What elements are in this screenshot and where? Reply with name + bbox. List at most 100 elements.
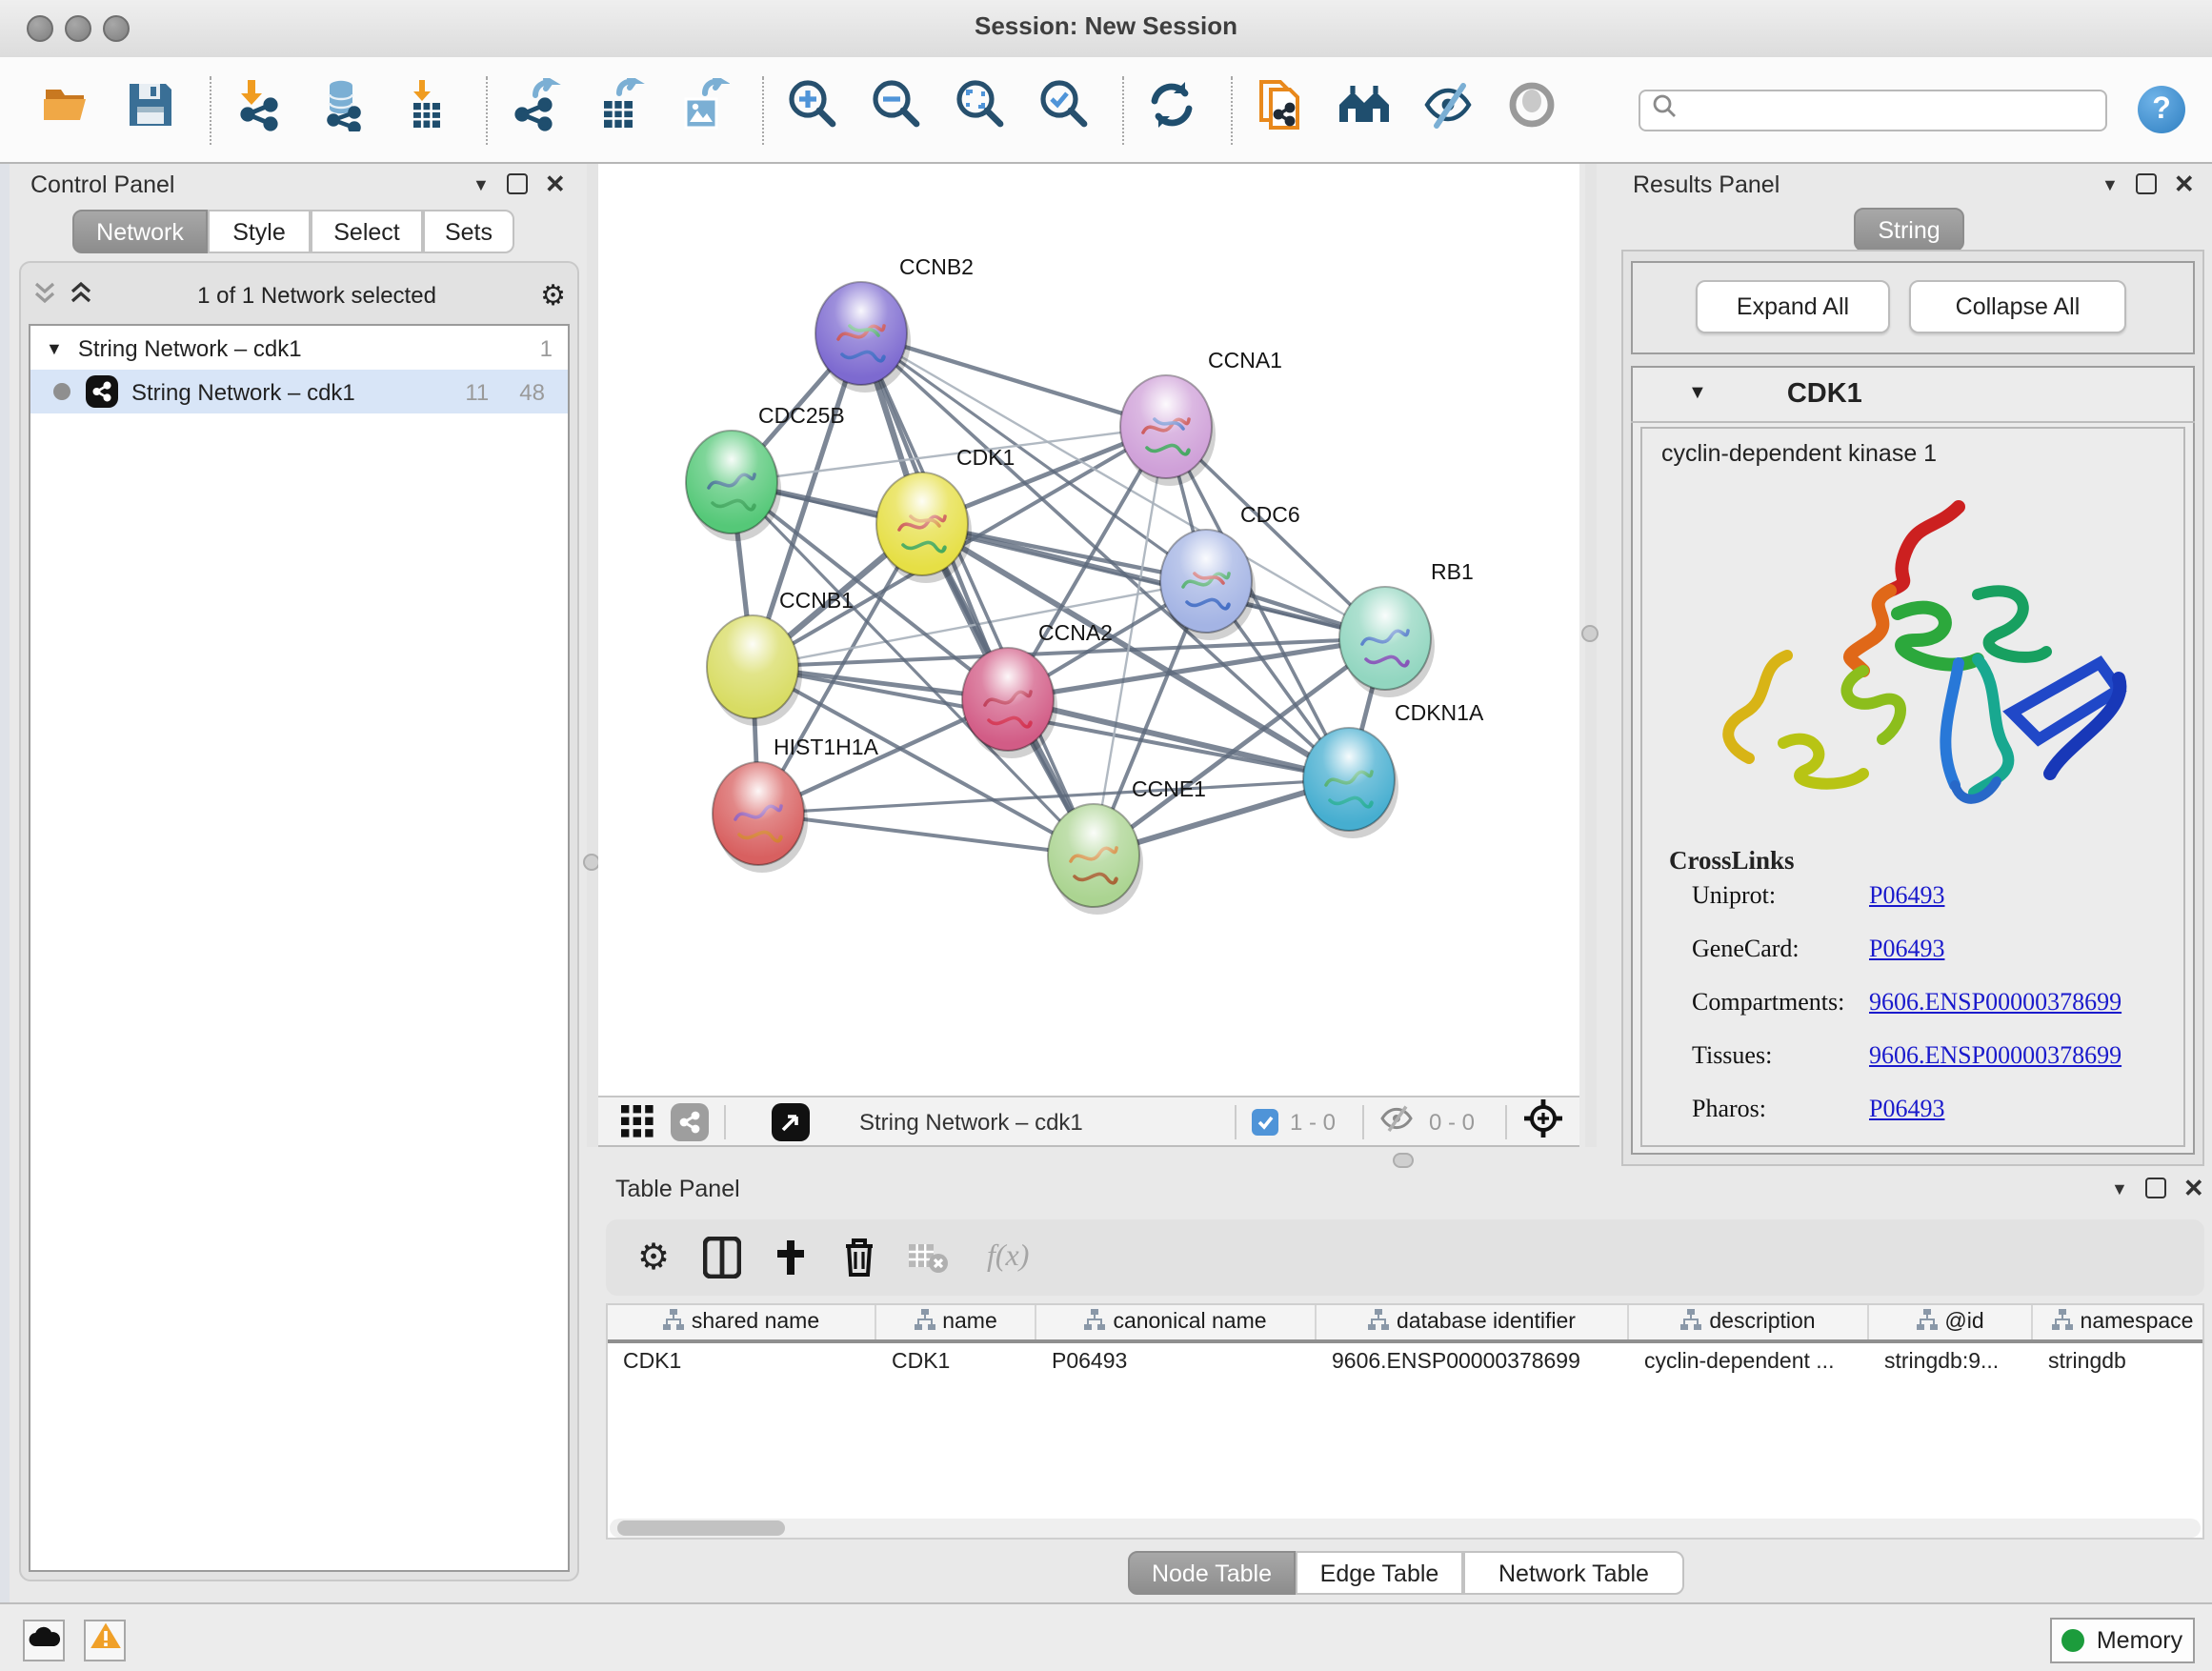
left-splitter[interactable] <box>587 164 598 1147</box>
node-CDC6[interactable]: CDC6 <box>1160 502 1300 640</box>
delete-column-icon[interactable] <box>835 1233 884 1282</box>
show-columns-icon[interactable] <box>697 1233 747 1282</box>
crosslink-link[interactable]: P06493 <box>1869 880 1944 911</box>
node-result-header[interactable]: ▼ CDK1 <box>1631 366 2195 423</box>
float-panel-icon[interactable] <box>507 173 528 194</box>
collapse-all-icon[interactable] <box>32 280 57 311</box>
tab-string-results[interactable]: String <box>1854 208 1964 252</box>
close-panel-icon[interactable]: ✕ <box>2174 175 2195 192</box>
float-panel-icon[interactable] <box>2145 1178 2166 1198</box>
column-header--id[interactable]: @id <box>1869 1305 2033 1339</box>
right-splitter[interactable] <box>1585 164 1597 1147</box>
zoom-fit-button[interactable] <box>951 81 1008 138</box>
table-cell[interactable]: stringdb <box>2033 1350 2204 1373</box>
panel-menu-icon[interactable]: ▼ <box>2111 1178 2128 1198</box>
bottom-splitter-handle[interactable] <box>1393 1153 1414 1168</box>
crosslink-link[interactable]: 9606.ENSP00000378699 <box>1869 1040 2122 1071</box>
hidden-eye-icon[interactable] <box>1379 1105 1414 1137</box>
search-input[interactable] <box>1639 89 2107 131</box>
column-header-canonical-name[interactable]: canonical name <box>1036 1305 1317 1339</box>
node-CDKN1A[interactable]: CDKN1A <box>1303 700 1484 838</box>
add-column-icon[interactable] <box>766 1233 815 1282</box>
zoom-selected-button[interactable] <box>1035 81 1092 138</box>
tab-style[interactable]: Style <box>208 210 311 253</box>
node-CCNE1[interactable]: CCNE1 <box>1048 776 1206 915</box>
edge-CCNB2-CCNE1[interactable] <box>861 333 1094 856</box>
scrollbar-thumb[interactable] <box>617 1520 785 1536</box>
cloud-status-button[interactable] <box>23 1620 65 1661</box>
home-button[interactable] <box>1336 81 1393 138</box>
node-HIST1H1A[interactable]: HIST1H1A <box>713 735 879 873</box>
tab-sets[interactable]: Sets <box>423 210 514 253</box>
memory-button[interactable]: Memory <box>2050 1618 2195 1663</box>
expand-all-button[interactable]: Expand All <box>1696 280 1890 333</box>
crosslink-link[interactable]: P06493 <box>1869 1094 1944 1124</box>
table-cell[interactable]: stringdb:9... <box>1869 1350 2033 1373</box>
show-hide-button[interactable] <box>1419 81 1477 138</box>
close-panel-icon[interactable]: ✕ <box>2183 1179 2204 1197</box>
table-cell[interactable]: 9606.ENSP00000378699 <box>1317 1350 1629 1373</box>
gear-icon[interactable]: ⚙ <box>629 1233 678 1282</box>
update-networks-button[interactable] <box>1143 81 1200 138</box>
table-cell[interactable]: CDK1 <box>876 1350 1036 1373</box>
edge-CCNE1-HIST1H1A[interactable] <box>758 814 1094 856</box>
import-table-button[interactable] <box>398 81 455 138</box>
export-table-button[interactable] <box>591 81 648 138</box>
export-image-button[interactable] <box>674 81 732 138</box>
node-CCNB1[interactable]: CCNB1 <box>707 588 854 726</box>
tab-network[interactable]: Network <box>72 210 208 253</box>
float-panel-icon[interactable] <box>2136 173 2157 194</box>
table-cell[interactable]: CDK1 <box>608 1350 876 1373</box>
help-button[interactable]: ? <box>2138 86 2185 133</box>
crosslink-link[interactable]: P06493 <box>1869 934 1944 964</box>
results-panel-controls: ▼ ✕ <box>2101 173 2195 194</box>
section-expander-icon[interactable]: ▼ <box>1688 383 1707 404</box>
zoom-out-button[interactable] <box>867 81 924 138</box>
birdseye-navigator-icon[interactable] <box>1522 1097 1564 1145</box>
node-CCNB2[interactable]: CCNB2 <box>815 254 974 393</box>
detach-view-icon[interactable] <box>772 1102 810 1140</box>
open-session-button[interactable] <box>38 81 95 138</box>
selected-checkbox-icon[interactable] <box>1252 1108 1278 1135</box>
close-panel-icon[interactable]: ✕ <box>545 175 566 192</box>
tab-edge-table[interactable]: Edge Table <box>1296 1551 1463 1595</box>
node-CDK1[interactable]: CDK1 <box>876 445 1015 583</box>
column-header-namespace[interactable]: namespace <box>2033 1305 2204 1339</box>
tab-network-table[interactable]: Network Table <box>1463 1551 1684 1595</box>
expand-all-icon[interactable] <box>69 280 93 311</box>
panel-menu-icon[interactable]: ▼ <box>2101 174 2119 193</box>
table-cell[interactable]: cyclin-dependent ... <box>1629 1350 1869 1373</box>
save-session-button[interactable] <box>122 81 179 138</box>
node-CDC25B[interactable]: CDC25B <box>686 403 845 541</box>
zoom-in-button[interactable] <box>783 81 840 138</box>
import-network-from-database-button[interactable] <box>314 81 372 138</box>
collection-expander-icon[interactable]: ▼ <box>46 338 63 357</box>
node-CCNA1[interactable]: CCNA1 <box>1120 348 1282 486</box>
table-horizontal-scrollbar[interactable] <box>610 1519 2201 1538</box>
tab-node-table[interactable]: Node Table <box>1128 1551 1296 1595</box>
grid-view-icon[interactable] <box>617 1102 655 1140</box>
column-header-database-identifier[interactable]: database identifier <box>1317 1305 1629 1339</box>
import-string-network-button[interactable] <box>1252 81 1309 138</box>
warning-status-button[interactable] <box>84 1620 126 1661</box>
graphics-detail-button[interactable] <box>1503 81 1560 138</box>
right-splitter-handle[interactable] <box>1581 625 1599 642</box>
table-row[interactable]: CDK1CDK1P064939606.ENSP00000378699cyclin… <box>608 1343 2202 1379</box>
column-header-shared-name[interactable]: shared name <box>608 1305 876 1339</box>
string-view-icon[interactable] <box>671 1102 709 1140</box>
export-network-button[interactable] <box>507 81 564 138</box>
column-header-description[interactable]: description <box>1629 1305 1869 1339</box>
network-collection-row[interactable]: ▼ String Network – cdk1 1 <box>30 326 568 370</box>
node-RB1[interactable]: RB1 <box>1339 559 1474 697</box>
table-cell[interactable]: P06493 <box>1036 1350 1317 1373</box>
crosslink-link[interactable]: 9606.ENSP00000378699 <box>1869 987 2122 1017</box>
collapse-all-button[interactable]: Collapse All <box>1909 280 2126 333</box>
tab-select[interactable]: Select <box>311 210 423 253</box>
import-network-file-button[interactable] <box>231 81 288 138</box>
panel-menu-icon[interactable]: ▼ <box>473 174 490 193</box>
column-header-name[interactable]: name <box>876 1305 1036 1339</box>
node-label-CDC6: CDC6 <box>1240 502 1300 527</box>
network-canvas[interactable]: CCNB2CCNA1CDC25BCDK1CDC6RB1CCNB1CCNA2CDK… <box>598 164 1579 1096</box>
gear-icon[interactable]: ⚙ <box>540 278 566 312</box>
network-row[interactable]: String Network – cdk1 11 48 <box>30 370 568 413</box>
